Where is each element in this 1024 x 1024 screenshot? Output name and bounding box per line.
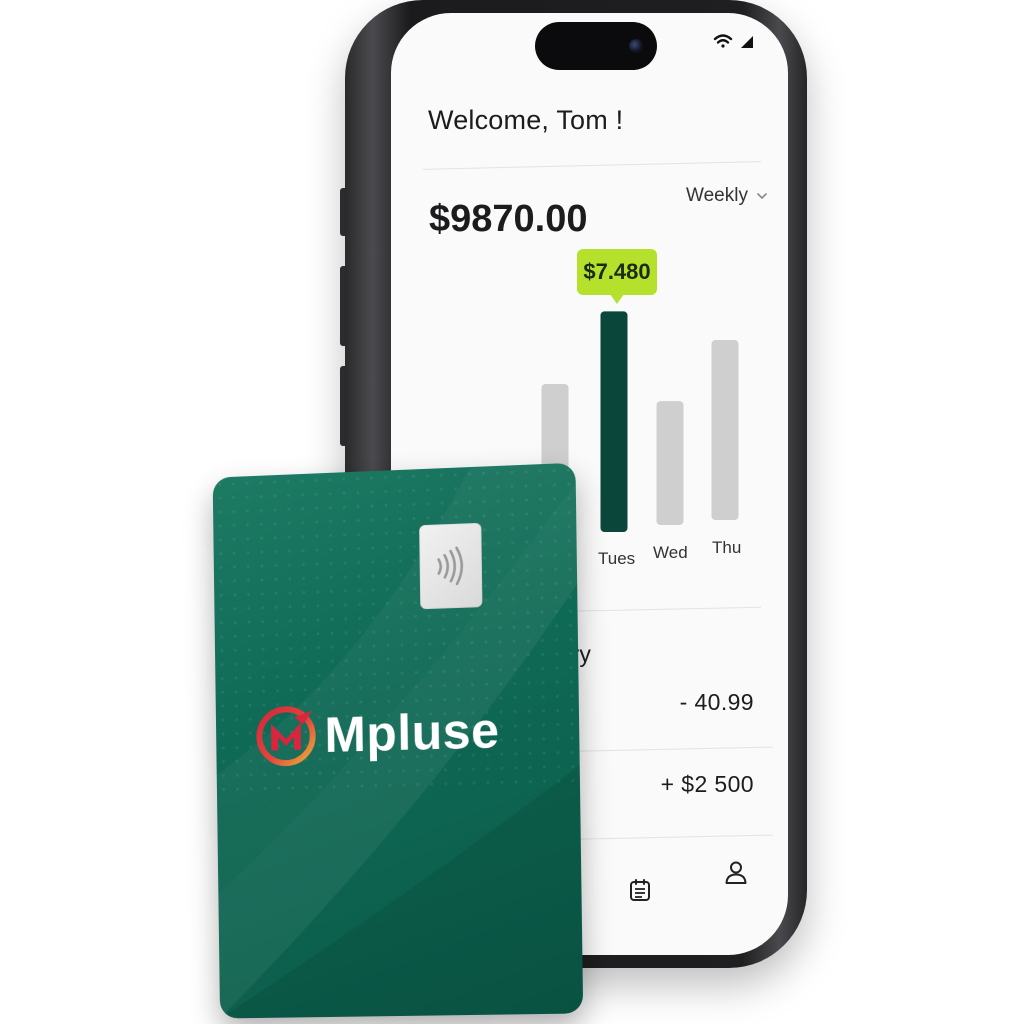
action-button [340, 188, 348, 236]
chart-bar-highlighted[interactable] [600, 311, 628, 532]
volume-up-button [340, 266, 348, 346]
day-label-thu: Thu [712, 538, 742, 557]
brand-name: Mpluse [324, 702, 500, 763]
volume-down-button [340, 366, 348, 446]
chart-bar[interactable] [656, 401, 684, 525]
payment-card: Mpluse [212, 462, 584, 1019]
transaction-amount[interactable]: + $2 500 [661, 771, 754, 798]
day-label-tues: Tues [598, 549, 636, 568]
product-mockup: Welcome, Tom ! $9870.00 Weekly $7.480 Tu… [0, 0, 1024, 1024]
bar-value-tooltip: $7.480 [577, 249, 657, 304]
brand-logo-icon [255, 704, 317, 767]
list-icon[interactable] [627, 877, 653, 903]
profile-icon[interactable] [723, 859, 749, 885]
card-brand: Mpluse [255, 699, 500, 768]
transaction-amount[interactable]: - 40.99 [680, 689, 754, 716]
contactless-icon [432, 545, 469, 586]
contactless-chip [419, 522, 483, 610]
day-label-wed: Wed [653, 543, 688, 562]
chart-bar[interactable] [711, 340, 739, 520]
